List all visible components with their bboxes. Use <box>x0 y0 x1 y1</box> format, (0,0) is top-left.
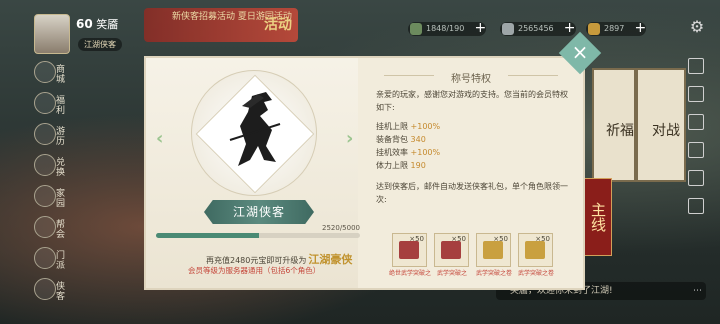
prev-rank-chevron-left-icon[interactable]: ‹ <box>156 128 163 149</box>
nav-sect[interactable]: 门派 <box>34 244 74 275</box>
nav-travel[interactable]: 游历 <box>34 120 74 151</box>
bag-icon[interactable] <box>688 170 704 186</box>
stamina-icon <box>410 23 422 35</box>
exchange-icon <box>34 154 56 176</box>
player-info: 60 笑靥 <box>76 16 118 32</box>
battle-building[interactable]: 对战 <box>636 68 686 182</box>
avatar[interactable] <box>34 14 70 54</box>
next-rank-chevron-right-icon[interactable]: › <box>346 128 353 149</box>
vip-progress-bar <box>156 233 360 238</box>
pray-label: 祈福 <box>606 123 634 139</box>
perk-name: 挂机效率 <box>376 148 408 157</box>
nav-welfare[interactable]: 福利 <box>34 89 74 120</box>
perk-list: 挂机上限 +100% 装备背包 340 挂机效率 +100% 体力上限 190 <box>376 120 572 172</box>
scroll-icon <box>399 241 419 259</box>
gift-description: 达到侠客后，邮件自动发送侠客礼包，单个角色限领一次: <box>376 182 568 204</box>
nav-shop[interactable]: 商城 <box>34 58 74 89</box>
gift-item[interactable]: ×50 武学突破之 <box>434 233 469 277</box>
perk-value: +100% <box>410 148 441 157</box>
resource-gold: 2897 + <box>586 21 648 37</box>
server-note: 会员等级为服务器通用（包括6个角色） <box>188 266 321 275</box>
perk-row: 挂机上限 +100% <box>376 120 572 133</box>
swordsman-portrait <box>229 92 281 166</box>
book-icon[interactable] <box>688 198 704 214</box>
gift-item[interactable]: ×50 武学突破之卷 <box>476 233 512 277</box>
more-icon[interactable]: ⋯ <box>693 282 702 300</box>
privilege-description: 亲爱的玩家，感谢您对游戏的支持。您当前的会员特权如下: <box>376 90 568 112</box>
nav-label: 家园 <box>56 189 66 209</box>
perk-name: 体力上限 <box>376 161 408 170</box>
resource-stamina: 1848/190 + <box>408 21 488 37</box>
calendar-icon[interactable] <box>688 86 704 102</box>
gift-icon <box>34 92 56 114</box>
perk-row: 挂机效率 +100% <box>376 146 572 159</box>
section-title: 称号特权 <box>451 74 491 85</box>
nav-guild[interactable]: 帮会 <box>34 213 74 244</box>
left-nav: 商城 福利 游历 兑换 家园 帮会 门派 侠客 <box>34 58 74 306</box>
home-icon <box>34 185 56 207</box>
rank-name-plaque: 江湖侠客 <box>204 200 314 224</box>
travel-icon <box>34 123 56 145</box>
add-stamina-button[interactable]: + <box>472 21 488 37</box>
nav-label: 游历 <box>56 127 66 147</box>
nav-label: 福利 <box>56 96 66 116</box>
guild-icon <box>34 216 56 238</box>
resource-silver: 2565456 + <box>500 21 576 36</box>
task-icon[interactable] <box>688 142 704 158</box>
shop-icon <box>34 61 56 83</box>
perk-name: 挂机上限 <box>376 122 408 131</box>
gift-item[interactable]: ×50 绝世武学突破之 <box>389 233 431 277</box>
nav-label: 帮会 <box>56 220 66 240</box>
silver-icon <box>502 23 514 35</box>
player-title-tag: 江湖侠客 <box>78 38 122 51</box>
stamina-value: 1848/190 <box>426 24 465 33</box>
gift-label: 武学突破之卷 <box>475 270 512 277</box>
perk-value: 190 <box>410 161 426 170</box>
nav-label: 商城 <box>56 65 66 85</box>
perk-name: 装备背包 <box>376 135 408 144</box>
perk-value: 340 <box>410 135 426 144</box>
top-bar: 60 笑靥 江湖侠客 新侠客招募活动 夏日游园活动 活动 1848/190 + … <box>0 0 720 54</box>
settings-gear-icon[interactable]: ⚙ <box>688 18 706 36</box>
progress-text: 2520/5000 <box>322 224 360 232</box>
nav-exchange[interactable]: 兑换 <box>34 151 74 182</box>
battle-label: 对战 <box>652 123 680 139</box>
title-privilege-dialog: ‹ › 江湖侠客 2520/5000 再充值2480元宝即可升级为 江湖豪侠 会员… <box>146 58 583 288</box>
vip-progress-fill <box>156 233 259 238</box>
nav-label: 侠客 <box>56 282 66 302</box>
scroll-icon <box>483 241 503 259</box>
rank-panel: ‹ › 江湖侠客 2520/5000 再充值2480元宝即可升级为 江湖豪侠 会员… <box>146 58 360 288</box>
mail-icon[interactable] <box>688 58 704 74</box>
recharge-text: 再充值2480元宝即可升级为 <box>206 256 307 265</box>
nav-home[interactable]: 家园 <box>34 182 74 213</box>
silver-value: 2565456 <box>518 24 554 33</box>
main-quest-button[interactable]: 主线 <box>584 178 612 256</box>
gift-label: 绝世武学突破之 <box>389 270 432 277</box>
nav-label: 兑换 <box>56 158 66 178</box>
add-gold-button[interactable]: + <box>632 21 648 37</box>
player-level: 60 <box>76 17 93 31</box>
event-label: 活动 <box>264 17 292 33</box>
gift-item[interactable]: ×50 武学突破之卷 <box>518 233 554 277</box>
close-icon[interactable]: × <box>568 39 592 65</box>
scroll-icon <box>441 241 461 259</box>
player-name: 笑靥 <box>96 18 119 31</box>
perk-row: 装备背包 340 <box>376 133 572 146</box>
perk-value: +100% <box>410 122 441 131</box>
gold-value: 2897 <box>604 24 625 33</box>
scroll-icon <box>525 241 545 259</box>
perk-row: 体力上限 190 <box>376 159 572 172</box>
gift-label: 武学突破之 <box>436 270 467 277</box>
gift-label: 武学突破之卷 <box>517 270 554 277</box>
nav-hero[interactable]: 侠客 <box>34 275 74 306</box>
nav-label: 门派 <box>56 251 66 271</box>
right-side-menu <box>688 58 704 226</box>
hero-icon <box>34 278 56 300</box>
ranking-icon[interactable] <box>688 114 704 130</box>
sect-icon <box>34 247 56 269</box>
pray-building[interactable]: 祈福 <box>592 68 636 182</box>
gold-icon <box>588 23 600 35</box>
event-banner[interactable]: 新侠客招募活动 夏日游园活动 活动 <box>144 8 298 42</box>
